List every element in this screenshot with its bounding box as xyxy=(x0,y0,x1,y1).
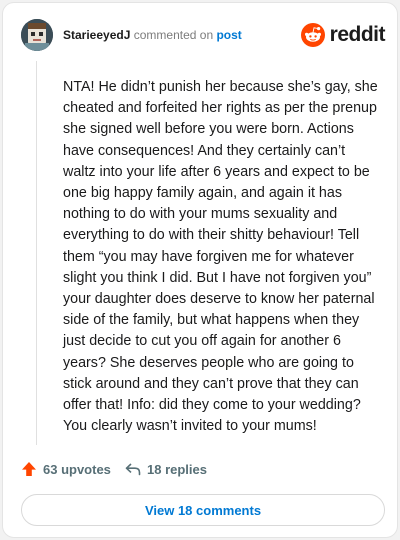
reddit-logo[interactable]: reddit xyxy=(300,21,386,49)
avatar-image xyxy=(21,19,53,51)
reply-icon xyxy=(125,463,141,476)
replies-button[interactable]: 18 replies xyxy=(125,459,207,479)
comment-actions: 63 upvotes 18 replies xyxy=(21,459,381,479)
view-comments-button[interactable]: View 18 comments xyxy=(21,494,385,526)
avatar[interactable] xyxy=(21,19,53,51)
comment-body: NTA! He didn’t punish her because she’s … xyxy=(63,79,378,435)
byline: StarieeyedJ commented on post xyxy=(63,28,242,42)
reply-count: 18 replies xyxy=(147,461,207,477)
upvote-count: 63 upvotes xyxy=(43,461,111,477)
comment-card: StarieeyedJ commented on post reddit NTA… xyxy=(2,2,398,538)
thread-line xyxy=(36,61,37,445)
commented-on-text: commented on xyxy=(133,28,214,42)
upvote-button[interactable]: 63 upvotes xyxy=(21,459,111,479)
comment-header: StarieeyedJ commented on post reddit xyxy=(21,17,387,53)
reddit-alien-icon xyxy=(300,23,325,47)
upvote-icon xyxy=(22,462,36,476)
username-link[interactable]: StarieeyedJ xyxy=(63,28,130,42)
post-link[interactable]: post xyxy=(216,28,241,42)
reddit-wordmark: reddit xyxy=(329,23,386,46)
